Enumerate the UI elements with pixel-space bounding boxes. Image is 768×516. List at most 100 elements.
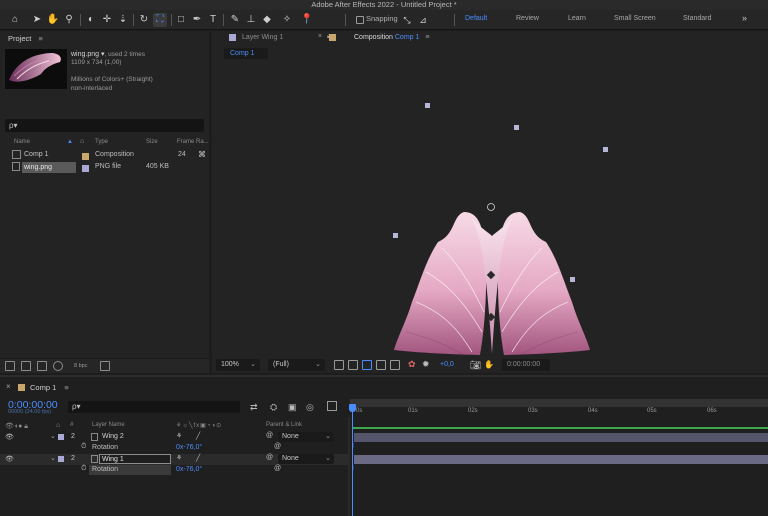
snapping-checkbox[interactable] (356, 16, 364, 24)
orbit-camera-icon[interactable]: ◐ (84, 13, 98, 27)
graph-editor-icon[interactable] (327, 401, 337, 411)
layer-name-header[interactable]: Layer Name (92, 422, 125, 428)
property-value[interactable]: 0x-76,0° (176, 466, 202, 473)
expand-chevron-icon[interactable]: ⌄ (50, 454, 56, 462)
layer-name[interactable]: Wing 2 (102, 433, 124, 440)
project-tab[interactable]: Project ≡ (8, 34, 43, 43)
roto-brush-icon[interactable]: ✧ (280, 13, 294, 27)
workspace-standard[interactable]: Standard (683, 15, 711, 22)
exposure-value[interactable]: +0,0 (440, 361, 454, 368)
expand-chevron-icon[interactable]: ⌄ (50, 432, 56, 440)
zoom-tool-icon[interactable]: ⚲ (62, 13, 76, 27)
workspace-learn[interactable]: Learn (568, 15, 586, 22)
panel-divider[interactable] (348, 417, 350, 516)
composition-tab[interactable]: Composition Comp 1 ≡ (354, 34, 429, 41)
comp-breadcrumb[interactable]: Comp 1 (224, 48, 268, 59)
bit-depth-button[interactable]: 8 bpc (74, 363, 87, 369)
playhead-handle[interactable] (349, 404, 356, 412)
project-search-input[interactable] (5, 119, 204, 132)
snap-features-icon[interactable]: ⊿ (416, 13, 430, 27)
parent-dropdown[interactable]: None ⌄ (278, 432, 334, 442)
col-framerate-header[interactable]: Frame Ra... (177, 139, 209, 145)
puppet-pin-icon[interactable]: 📍 (300, 13, 314, 27)
layer-label-swatch[interactable] (58, 434, 64, 440)
wing-layers-artwork[interactable] (392, 202, 592, 358)
timeline-search-input[interactable] (68, 401, 240, 413)
region-of-interest-icon[interactable] (362, 360, 372, 370)
shy-icon[interactable]: ⚘ (176, 432, 182, 440)
flowchart-icon[interactable]: ⌘ (198, 150, 206, 159)
sort-ascending-icon[interactable]: ▲ (67, 139, 73, 145)
quality-icon[interactable]: ╱ (196, 432, 200, 440)
composition-viewer[interactable] (212, 62, 768, 356)
col-type-header[interactable]: Type (95, 139, 108, 145)
layer-duration-bar[interactable] (354, 455, 768, 464)
zoom-dropdown[interactable]: 100% ⌄ (216, 359, 260, 371)
work-area-bar[interactable] (350, 399, 768, 407)
workspace-small-screen[interactable]: Small Screen (614, 15, 656, 22)
snap-edges-icon[interactable]: ⤡ (400, 13, 414, 27)
pen-tool-icon[interactable]: ✒ (190, 13, 204, 27)
layer-duration-bar[interactable] (354, 433, 768, 442)
dolly-camera-icon[interactable]: ⇣ (116, 13, 130, 27)
label-swatch[interactable] (82, 153, 89, 160)
mask-visibility-icon[interactable] (390, 360, 400, 370)
type-tool-icon[interactable]: T (206, 13, 220, 27)
trash-icon[interactable] (100, 361, 110, 371)
rotation-tool-icon[interactable]: ↻ (137, 13, 151, 27)
expression-pickwhip-icon[interactable]: @ (274, 443, 281, 450)
workspace-default[interactable]: Default (465, 15, 487, 22)
panel-menu-icon[interactable]: ≡ (425, 34, 429, 41)
visibility-eye-icon[interactable]: 👁 (5, 455, 14, 463)
timeline-tab[interactable]: Comp 1 ≡ (30, 383, 69, 392)
channels-icon[interactable]: ✿ (408, 359, 416, 370)
panel-menu-icon[interactable]: ≡ (38, 34, 42, 43)
motion-path-point[interactable] (603, 147, 608, 152)
workspace-review[interactable]: Review (516, 15, 539, 22)
quality-icon[interactable]: ╱ (196, 454, 200, 462)
motion-path-point[interactable] (425, 103, 430, 108)
layer-row-wing-2[interactable]: 👁 ⌄ 2 Wing 2 ⚘ ╱ @ None ⌄ (0, 432, 350, 443)
motion-blur-icon[interactable]: ◎ (306, 402, 314, 413)
eraser-tool-icon[interactable]: ◆ (260, 13, 274, 27)
selection-tool-icon[interactable]: ➤ (30, 13, 44, 27)
clone-stamp-icon[interactable]: ⊥ (244, 13, 258, 27)
exposure-icon[interactable]: ✹ (422, 359, 430, 370)
current-time-indicator[interactable] (352, 404, 353, 516)
hand-tool-icon[interactable]: ✋ (46, 13, 60, 27)
shy-icon[interactable]: ⚘ (176, 454, 182, 462)
visibility-eye-icon[interactable]: 👁 (5, 433, 14, 441)
home-icon[interactable]: ⌂ (8, 13, 22, 27)
project-item-comp1[interactable]: Comp 1 Composition 24 ⌘ (0, 150, 209, 162)
transparency-grid-icon[interactable] (348, 360, 358, 370)
project-settings-icon[interactable] (53, 361, 63, 371)
pan-camera-icon[interactable]: ✛ (100, 13, 114, 27)
new-folder-icon[interactable] (21, 361, 31, 371)
comp-mini-flowchart-icon[interactable]: ⇄ (250, 402, 258, 413)
expression-pickwhip-icon[interactable]: @ (274, 465, 281, 472)
stopwatch-icon[interactable]: ⏱ (81, 443, 86, 451)
pan-behind-tool-icon[interactable]: ⛶ (153, 13, 167, 27)
parent-dropdown[interactable]: None ⌄ (278, 454, 334, 464)
layer-viewer-tab[interactable]: Layer Wing 1 (242, 34, 283, 41)
draft-3d-icon[interactable]: ⛭ (270, 402, 277, 413)
show-snapshot-icon[interactable]: ✋ (484, 360, 494, 369)
rectangle-tool-icon[interactable]: □ (174, 13, 188, 27)
project-item-wing[interactable]: wing.png PNG file 405 KB (0, 162, 209, 174)
label-swatch[interactable] (82, 165, 89, 172)
fast-previews-icon[interactable] (334, 360, 344, 370)
frame-blending-icon[interactable]: ▣ (288, 402, 297, 413)
pick-whip-icon[interactable]: @ (266, 454, 273, 461)
new-composition-icon[interactable] (37, 361, 47, 371)
layer-row-wing-1[interactable]: 👁 ⌄ 2 Wing 1 ⚘ ╱ @ None ⌄ (0, 454, 350, 465)
col-size-header[interactable]: Size (146, 139, 158, 145)
motion-path-point[interactable] (514, 125, 519, 130)
snapshot-icon[interactable]: 📷︎ (470, 360, 481, 371)
col-name-header[interactable]: Name (14, 139, 30, 145)
panel-menu-icon[interactable]: ≡ (64, 383, 68, 392)
stopwatch-icon[interactable]: ⏱ (81, 465, 86, 473)
viewer-timecode[interactable]: 0:00:00:00 (502, 359, 550, 371)
more-workspaces-button[interactable]: » (742, 13, 747, 23)
close-tab-icon[interactable]: × (6, 382, 11, 391)
property-value[interactable]: 0x-76,0° (176, 444, 202, 451)
